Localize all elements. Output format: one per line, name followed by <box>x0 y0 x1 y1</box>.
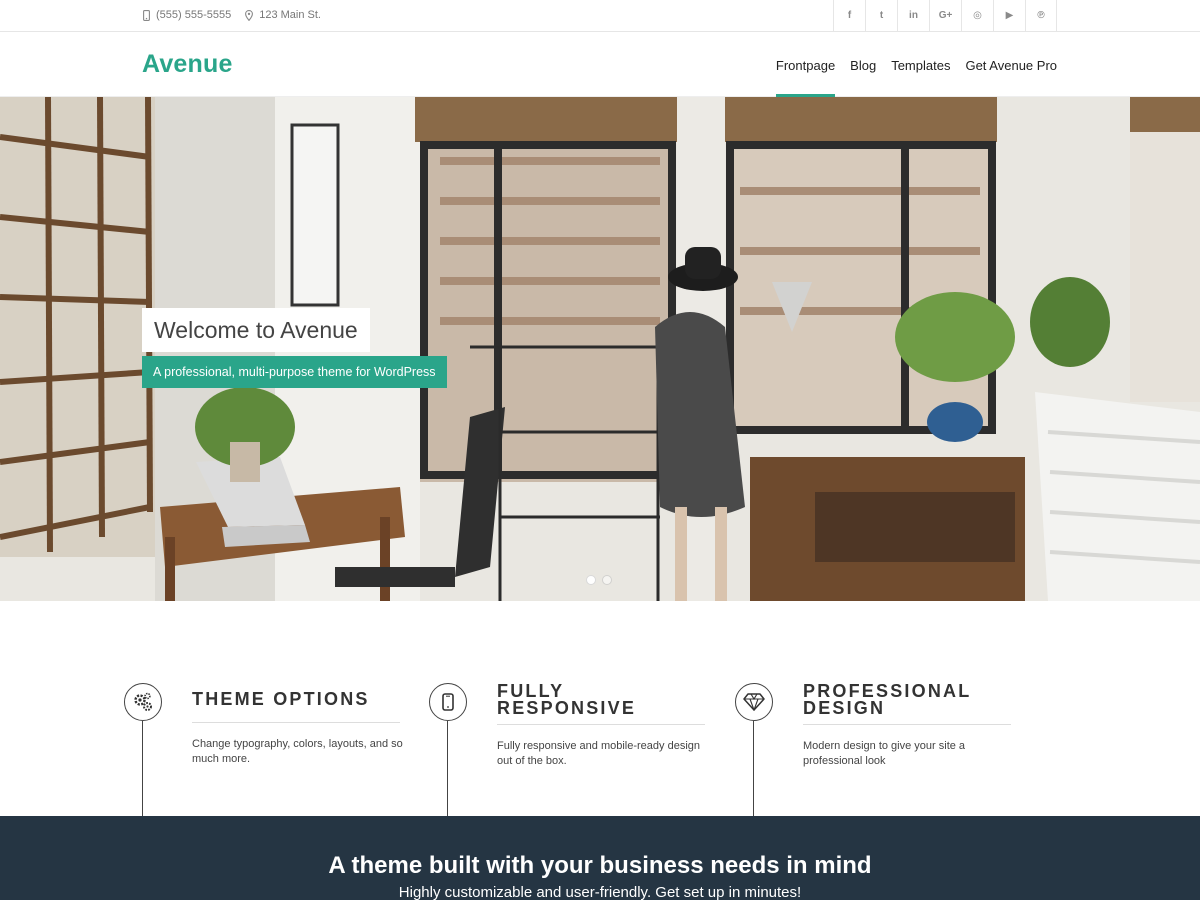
feature-fully-responsive: FULLY RESPONSIVE Fully responsive and mo… <box>429 681 719 816</box>
google-plus-icon[interactable]: G+ <box>929 0 961 31</box>
feature-line <box>447 721 448 816</box>
cta-title: A theme built with your business needs i… <box>328 852 872 879</box>
address-item: 123 Main St. <box>245 9 321 21</box>
hero-slider: Welcome to Avenue A professional, multi-… <box>0 97 1200 601</box>
linkedin-icon[interactable]: in <box>897 0 929 31</box>
slider-dots <box>586 575 612 585</box>
nav-item-get-avenue-pro[interactable]: Get Avenue Pro <box>965 33 1057 97</box>
feature-title: THEME OPTIONS <box>192 689 370 709</box>
feature-divider <box>803 724 1011 725</box>
features-section: THEME OPTIONS Change typography, colors,… <box>0 601 1200 816</box>
site-header: Avenue Frontpage Blog Templates Get Avenue … <box>0 33 1200 97</box>
cta-subtitle: Highly customizable and user-friendly. G… <box>398 884 802 900</box>
feature-theme-options: THEME OPTIONS Change typography, colors,… <box>124 683 414 816</box>
top-bar: (555) 555-5555 123 Main St. f t in G+ ◎ ▶ ℗ <box>0 0 1200 32</box>
address-text: 123 Main St. <box>259 9 321 21</box>
mobile-icon <box>429 683 467 721</box>
site-logo[interactable]: Avenue <box>142 50 233 79</box>
diamond-icon <box>735 683 773 721</box>
phone-number: (555) 555-5555 <box>156 9 232 21</box>
feature-description: Change typography, colors, layouts, and … <box>192 738 403 765</box>
feature-description: Modern design to give your site a profes… <box>803 740 966 767</box>
nav-item-blog[interactable]: Blog <box>850 33 876 97</box>
slider-dot-2[interactable] <box>602 575 612 585</box>
facebook-icon[interactable]: f <box>833 0 865 31</box>
mobile-phone-icon <box>143 9 150 21</box>
pinterest-icon[interactable]: ℗ <box>1025 0 1057 31</box>
hero-title: Welcome to Avenue <box>142 308 370 352</box>
cta-section: A theme built with your business needs i… <box>0 816 1200 900</box>
twitter-icon[interactable]: t <box>865 0 897 31</box>
feature-divider <box>192 722 400 723</box>
slider-dot-1[interactable] <box>586 575 596 585</box>
feature-professional-design: PROFESSIONAL DESIGN Modern design to giv… <box>735 681 1025 816</box>
feature-divider <box>497 724 705 725</box>
main-navigation: Frontpage Blog Templates Get Avenue Pro <box>775 33 1057 97</box>
feature-line <box>142 721 143 816</box>
feature-line <box>753 721 754 816</box>
hero-subtitle: A professional, multi-purpose theme for … <box>142 356 447 388</box>
feature-title: PROFESSIONAL DESIGN <box>803 681 972 718</box>
feature-description: Fully responsive and mobile-ready design… <box>497 740 700 767</box>
youtube-icon[interactable]: ▶ <box>993 0 1025 31</box>
social-links: f t in G+ ◎ ▶ ℗ <box>833 0 1057 31</box>
feature-title: FULLY RESPONSIVE <box>497 681 637 718</box>
nav-item-frontpage[interactable]: Frontpage <box>775 33 836 97</box>
map-marker-icon <box>245 9 254 21</box>
gears-icon <box>124 683 162 721</box>
instagram-icon[interactable]: ◎ <box>961 0 993 31</box>
nav-item-templates[interactable]: Templates <box>891 33 950 97</box>
contact-info: (555) 555-5555 123 Main St. <box>143 0 321 30</box>
phone-item: (555) 555-5555 <box>143 9 231 21</box>
